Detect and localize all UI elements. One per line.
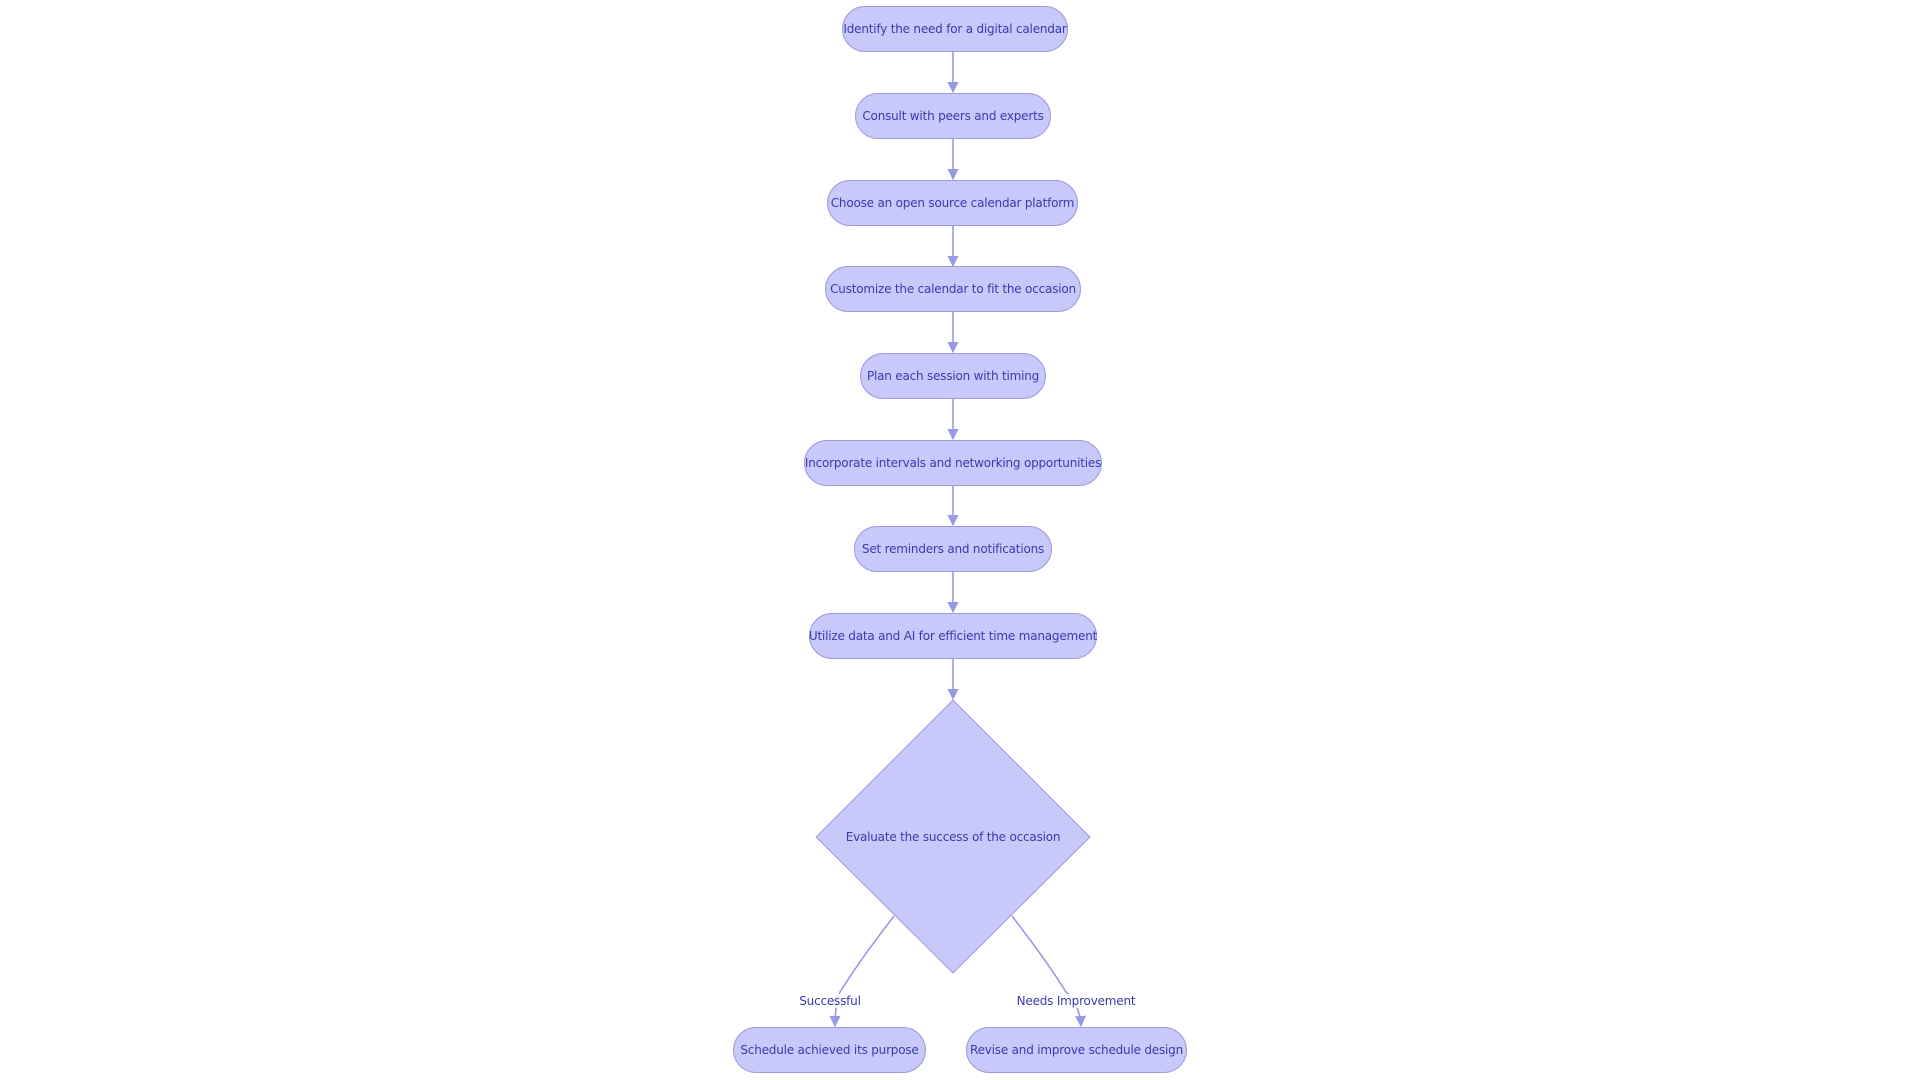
node-schedule-achieved: Schedule achieved its purpose xyxy=(733,1027,926,1073)
node-consult-peers: Consult with peers and experts xyxy=(855,93,1051,139)
edge-n9-n10 xyxy=(829,915,895,1028)
node-plan-sessions: Plan each session with timing xyxy=(860,353,1046,399)
node-incorporate-intervals: Incorporate intervals and networking opp… xyxy=(804,440,1102,486)
node-utilize-data-ai: Utilize data and AI for efficient time m… xyxy=(809,613,1097,659)
node-set-reminders: Set reminders and notifications xyxy=(854,526,1052,572)
edge-label-successful: Successful xyxy=(798,994,862,1008)
node-revise-schedule: Revise and improve schedule design xyxy=(966,1027,1187,1073)
node-identify-need: Identify the need for a digital calendar xyxy=(842,6,1068,52)
node-customize-calendar: Customize the calendar to fit the occasi… xyxy=(825,266,1081,312)
edge-n9-n11 xyxy=(1011,915,1087,1028)
node-choose-platform: Choose an open source calendar platform xyxy=(827,180,1078,226)
edge-label-needs-improvement: Needs Improvement xyxy=(1015,994,1137,1008)
decision-label: Evaluate the success of the occasion xyxy=(845,830,1061,844)
